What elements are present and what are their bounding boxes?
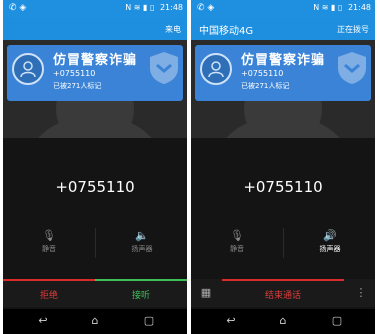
carrier-label: 中国移动4G — [199, 26, 254, 37]
signal-icon: ▮ — [143, 3, 148, 12]
nfc-icon: N — [313, 3, 320, 12]
shield-icon: ◈ — [19, 3, 27, 13]
home-icon[interactable]: ⌂ — [273, 313, 293, 329]
nfc-icon: N — [125, 3, 132, 12]
mic-mute-icon: 🎙 — [42, 229, 56, 242]
incoming-call-screen: ✆ ◈ N ≋ ▮ ▯ 21:48 来电 仿冒警察诈骗 +0755110 已被2… — [3, 0, 187, 334]
caller-tag-count: 已被271人标记 — [53, 82, 102, 90]
status-time: 21:48 — [159, 3, 183, 12]
speaker-icon: 🔊 — [323, 229, 337, 242]
caller-name: 仿冒警察诈骗 — [241, 53, 326, 68]
home-icon[interactable]: ⌂ — [85, 313, 105, 329]
caller-number: +0755110 — [241, 69, 284, 78]
back-icon[interactable]: ↩ — [221, 313, 241, 329]
guard-shield-icon — [338, 52, 366, 84]
speaker-label: 扬声器 — [131, 245, 153, 253]
speaker-label: 扬声器 — [319, 245, 341, 253]
end-call-button[interactable]: 结束通话 — [222, 279, 344, 307]
screenshot-pair: ✆ ◈ N ≋ ▮ ▯ 21:48 来电 仿冒警察诈骗 +0755110 已被2… — [0, 0, 380, 334]
caller-info-card: 仿冒警察诈骗 +0755110 已被271人标记 — [195, 45, 371, 101]
phone-icon: ✆ — [197, 3, 205, 13]
dialed-number: +0755110 — [55, 178, 135, 196]
back-icon[interactable]: ↩ — [33, 313, 53, 329]
caller-number: +0755110 — [53, 69, 96, 78]
call-state-label: 来电 — [165, 25, 181, 34]
contact-icon — [20, 61, 36, 78]
speaker-icon: 🔈 — [135, 229, 149, 242]
shield-icon: ◈ — [207, 3, 215, 13]
avatar — [200, 53, 232, 85]
phone-icon: ✆ — [9, 3, 17, 13]
signal-icon: ▮ — [331, 3, 336, 12]
speaker-button[interactable]: 🔈 扬声器 — [95, 228, 187, 258]
caller-tag-count: 已被271人标记 — [241, 82, 290, 90]
call-controls: 🎙 静音 🔊 扬声器 — [191, 228, 375, 258]
guard-shield-icon — [150, 52, 178, 84]
mute-button[interactable]: 🎙 静音 — [191, 228, 283, 258]
mic-mute-icon: 🎙 — [230, 229, 244, 242]
nav-bar: ↩ ⌂ ▢ — [191, 309, 375, 334]
status-bar: ✆ ◈ N ≋ ▮ ▯ 21:48 — [191, 0, 375, 18]
mute-label: 静音 — [42, 245, 56, 253]
mute-label: 静音 — [230, 245, 244, 253]
status-time: 21:48 — [347, 3, 371, 12]
mute-button[interactable]: 🎙 静音 — [3, 228, 95, 258]
dialing-screen: ✆ ◈ N ≋ ▮ ▯ 21:48 中国移动4G 正在拨号 仿冒警察诈骗 +07… — [191, 0, 375, 334]
caller-silhouette-body — [23, 118, 167, 138]
caller-silhouette-body — [211, 118, 355, 138]
call-header: 中国移动4G 正在拨号 — [191, 18, 375, 40]
call-actions: ▦ 结束通话 ⋮ — [191, 279, 375, 307]
reject-button[interactable]: 拒绝 — [3, 279, 95, 307]
answer-button[interactable]: 接听 — [95, 279, 187, 307]
battery-icon: ▯ — [149, 3, 155, 12]
call-state-label: 正在拨号 — [337, 25, 369, 34]
nav-bar: ↩ ⌂ ▢ — [3, 309, 187, 334]
caller-name: 仿冒警察诈骗 — [53, 53, 138, 68]
status-right-icons: N ≋ ▮ ▯ 21:48 — [313, 3, 371, 12]
dialed-number: +0755110 — [243, 178, 323, 196]
battery-icon: ▯ — [337, 3, 343, 12]
avatar — [12, 53, 44, 85]
status-left-icons: ✆ ◈ — [9, 3, 26, 13]
speaker-button[interactable]: 🔊 扬声器 — [283, 228, 375, 258]
recent-apps-icon[interactable]: ▢ — [327, 313, 347, 329]
wifi-icon: ≋ — [133, 3, 141, 12]
call-controls: 🎙 静音 🔈 扬声器 — [3, 228, 187, 258]
caller-info-card: 仿冒警察诈骗 +0755110 已被271人标记 — [7, 45, 183, 101]
status-left-icons: ✆ ◈ — [197, 3, 214, 13]
dialpad-icon[interactable]: ▦ — [191, 279, 221, 307]
contact-icon — [208, 61, 224, 78]
wifi-icon: ≋ — [321, 3, 329, 12]
more-options-icon[interactable]: ⋮ — [347, 279, 375, 307]
recent-apps-icon[interactable]: ▢ — [139, 313, 159, 329]
call-actions: 拒绝 接听 — [3, 279, 187, 307]
call-header: 来电 — [3, 18, 187, 40]
status-right-icons: N ≋ ▮ ▯ 21:48 — [125, 3, 183, 12]
status-bar: ✆ ◈ N ≋ ▮ ▯ 21:48 — [3, 0, 187, 18]
